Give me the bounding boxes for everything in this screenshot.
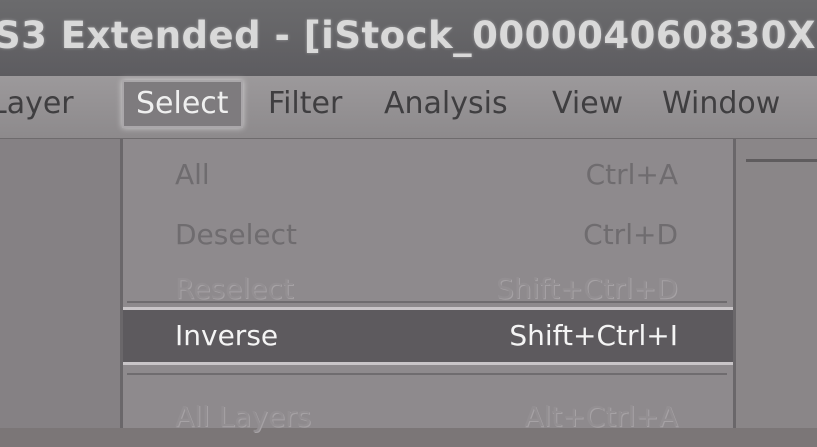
menu-item-deselect[interactable]: Deselect Ctrl+D [123, 207, 733, 265]
menu-item-all[interactable]: All Ctrl+A [123, 147, 733, 205]
menu-select[interactable]: Select [122, 80, 243, 128]
menu-filter[interactable]: Filter [268, 84, 342, 124]
title-bar: S3 Extended - [iStock_000004060830XSma [0, 0, 817, 76]
menu-item-shortcut: Alt+Ctrl+A [524, 400, 678, 433]
menu-item-label: All [175, 158, 210, 191]
window-title: S3 Extended - [iStock_000004060830XSma [0, 14, 817, 57]
menu-item-label: Reselect [175, 272, 294, 305]
menu-item-shortcut: Shift+Ctrl+I [509, 319, 678, 352]
menu-item-shortcut: Ctrl+D [583, 218, 678, 251]
menu-layer[interactable]: Layer [0, 84, 74, 124]
menu-bar: Layer Select Filter Analysis View Window [0, 76, 817, 139]
menu-item-shortcut: Shift+Ctrl+D [496, 272, 678, 305]
menu-item-shortcut: Ctrl+A [585, 158, 678, 191]
menu-item-label: Deselect [175, 218, 297, 251]
menu-separator [127, 301, 727, 303]
menu-view[interactable]: View [552, 84, 623, 124]
right-panel [736, 139, 817, 428]
menu-item-all-layers[interactable]: All Layers Alt+Ctrl+A [123, 389, 733, 447]
menu-item-inverse[interactable]: Inverse Shift+Ctrl+I [123, 307, 733, 365]
menu-analysis[interactable]: Analysis [384, 84, 508, 124]
menu-item-label: Inverse [175, 319, 279, 352]
select-dropdown-menu: All Ctrl+A Deselect Ctrl+D Reselect Shif… [120, 139, 736, 433]
menu-item-label: All Layers [175, 400, 312, 433]
menu-window[interactable]: Window [662, 84, 780, 124]
left-panel [0, 139, 120, 428]
menu-separator [127, 373, 727, 375]
